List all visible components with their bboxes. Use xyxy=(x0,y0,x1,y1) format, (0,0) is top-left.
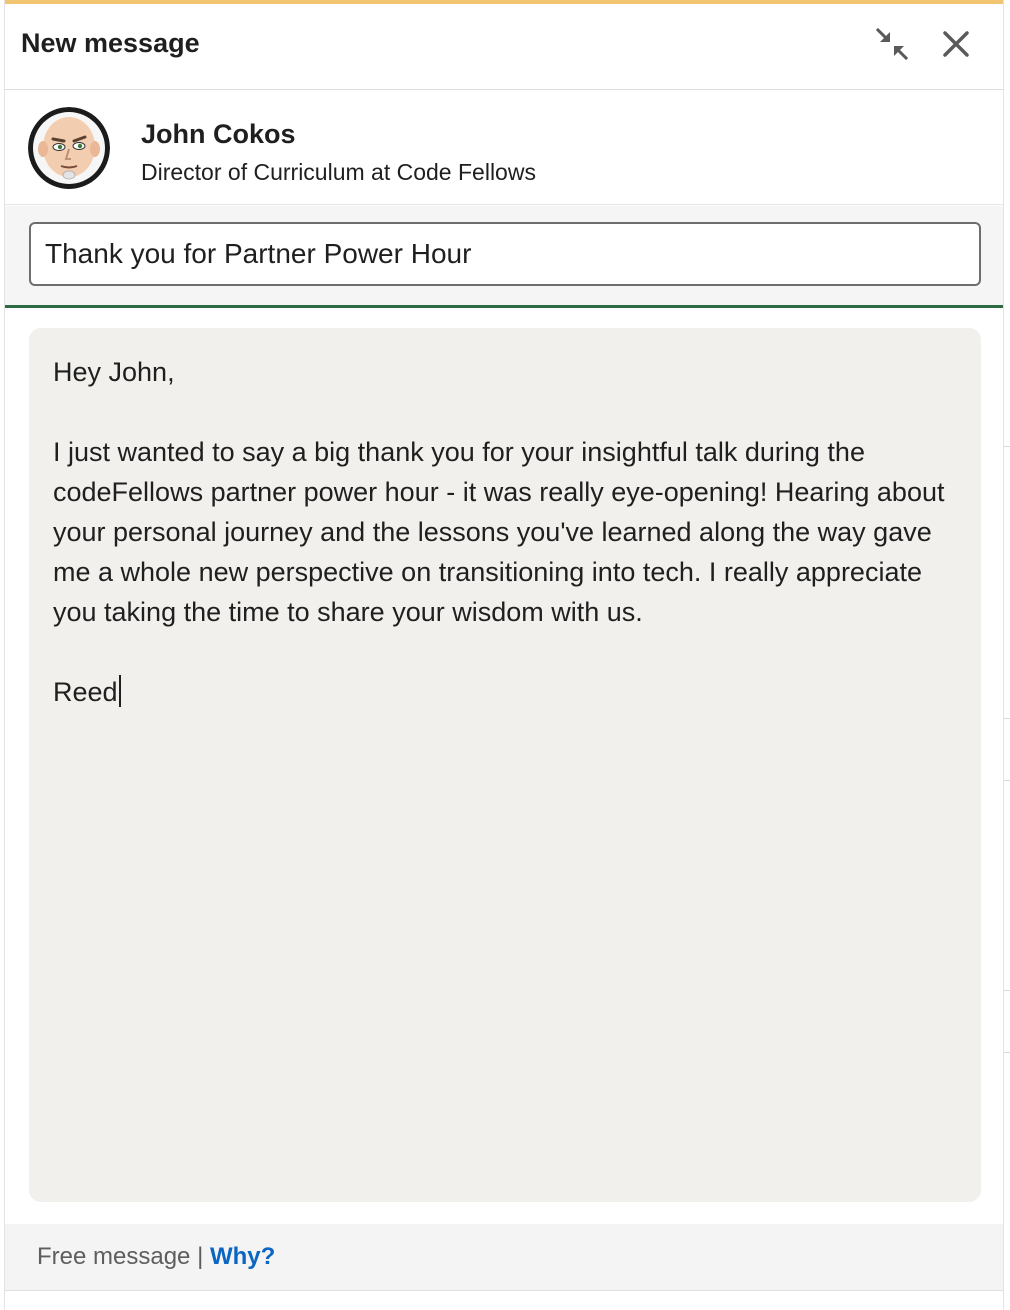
modal-title: New message xyxy=(21,28,200,58)
subject-input[interactable]: Thank you for Partner Power Hour xyxy=(29,222,981,286)
recipient-name[interactable]: John Cokos xyxy=(141,119,296,150)
subject-section: Thank you for Partner Power Hour xyxy=(5,206,1003,308)
body-greeting: Hey John, xyxy=(53,357,175,387)
minimize-icon xyxy=(875,27,909,61)
message-body-input[interactable]: Hey John, I just wanted to say a big tha… xyxy=(29,328,981,1202)
footer-text: Free message | xyxy=(37,1243,210,1270)
close-button[interactable] xyxy=(934,22,978,66)
footer-bottom-bar xyxy=(5,1290,1003,1310)
why-link[interactable]: Why? xyxy=(210,1243,275,1270)
recipient-card: John Cokos Director of Curriculum at Cod… xyxy=(5,91,1003,205)
avatar[interactable] xyxy=(28,107,110,189)
recipient-headline: Director of Curriculum at Code Fellows xyxy=(141,159,536,185)
modal-header: New message xyxy=(5,4,1003,90)
body-signature: Reed xyxy=(53,677,118,707)
close-icon xyxy=(943,31,969,57)
body-paragraph: I just wanted to say a big thank you for… xyxy=(53,437,945,627)
text-cursor xyxy=(118,675,121,707)
avatar-icon xyxy=(28,107,110,189)
message-compose-modal: New message John Cokos Director of Curri… xyxy=(4,0,1004,1310)
background-edge xyxy=(1004,0,1010,1310)
message-body-section: Hey John, I just wanted to say a big tha… xyxy=(5,308,1003,1224)
body-signature-line: Reed xyxy=(53,672,957,712)
minimize-button[interactable] xyxy=(870,22,914,66)
modal-footer: Free message | Why? xyxy=(5,1224,1003,1290)
